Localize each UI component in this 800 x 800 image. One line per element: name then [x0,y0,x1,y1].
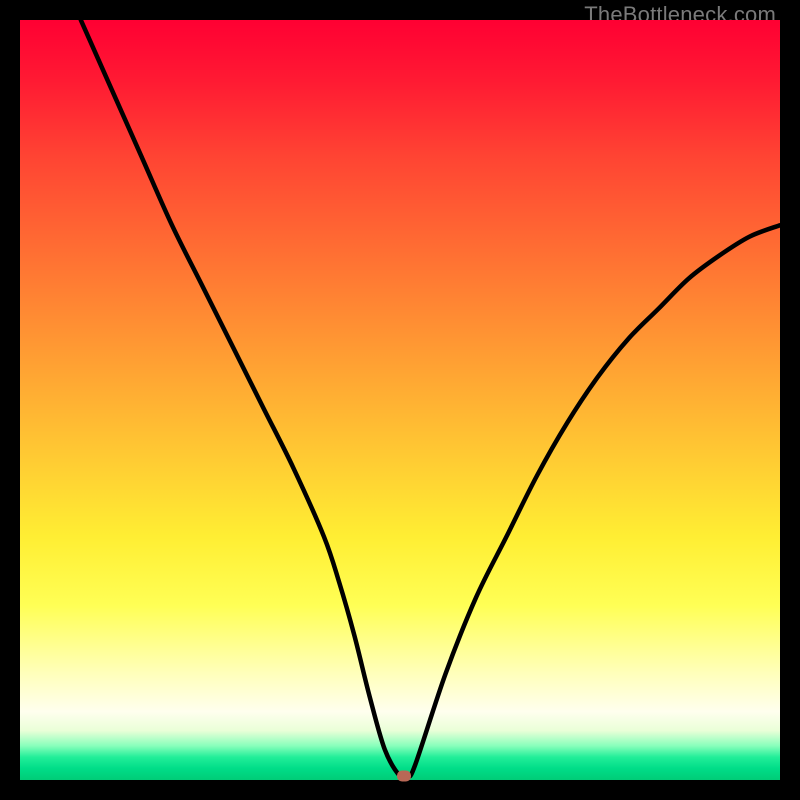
min-marker [397,771,411,782]
bottleneck-curve [81,20,780,779]
chart-container: TheBottleneck.com [0,0,800,800]
plot-area [20,20,780,780]
curve-svg [20,20,780,780]
